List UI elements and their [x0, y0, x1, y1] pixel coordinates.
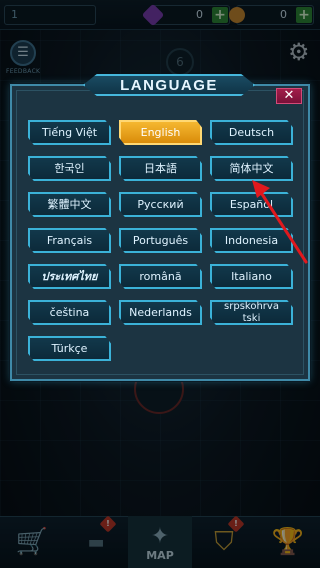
language-option-turkish[interactable]: Türkçe	[28, 336, 111, 361]
language-option-spanish[interactable]: Español	[210, 192, 293, 217]
language-option-thai[interactable]: ประเทศไทย	[28, 264, 111, 289]
language-option-english[interactable]: English	[119, 120, 202, 145]
language-option-simplified-chinese[interactable]: 简体中文	[210, 156, 293, 181]
language-option-czech[interactable]: čeština	[28, 300, 111, 325]
language-option-russian[interactable]: Русский	[119, 192, 202, 217]
language-option-german[interactable]: Deutsch	[210, 120, 293, 145]
close-button[interactable]: ✕	[276, 88, 302, 104]
language-option-dutch[interactable]: Nederlands	[119, 300, 202, 325]
language-option-romanian[interactable]: română	[119, 264, 202, 289]
dialog-header: LANGUAGE	[83, 74, 255, 96]
dialog-title: LANGUAGE	[120, 76, 218, 94]
language-option-vietnamese[interactable]: Tiếng Việt	[28, 120, 111, 145]
language-option-traditional-chinese[interactable]: 繁體中文	[28, 192, 111, 217]
language-dialog: LANGUAGE ✕ Tiếng Việt English Deutsch 한국…	[10, 74, 310, 381]
language-option-italian[interactable]: Italiano	[210, 264, 293, 289]
language-option-french[interactable]: Français	[28, 228, 111, 253]
language-option-serbo-croatian[interactable]: srpskohrvatski	[210, 300, 293, 325]
language-option-indonesian[interactable]: Indonesia	[210, 228, 293, 253]
language-option-portuguese[interactable]: Português	[119, 228, 202, 253]
language-option-japanese[interactable]: 日本語	[119, 156, 202, 181]
language-option-korean[interactable]: 한국인	[28, 156, 111, 181]
